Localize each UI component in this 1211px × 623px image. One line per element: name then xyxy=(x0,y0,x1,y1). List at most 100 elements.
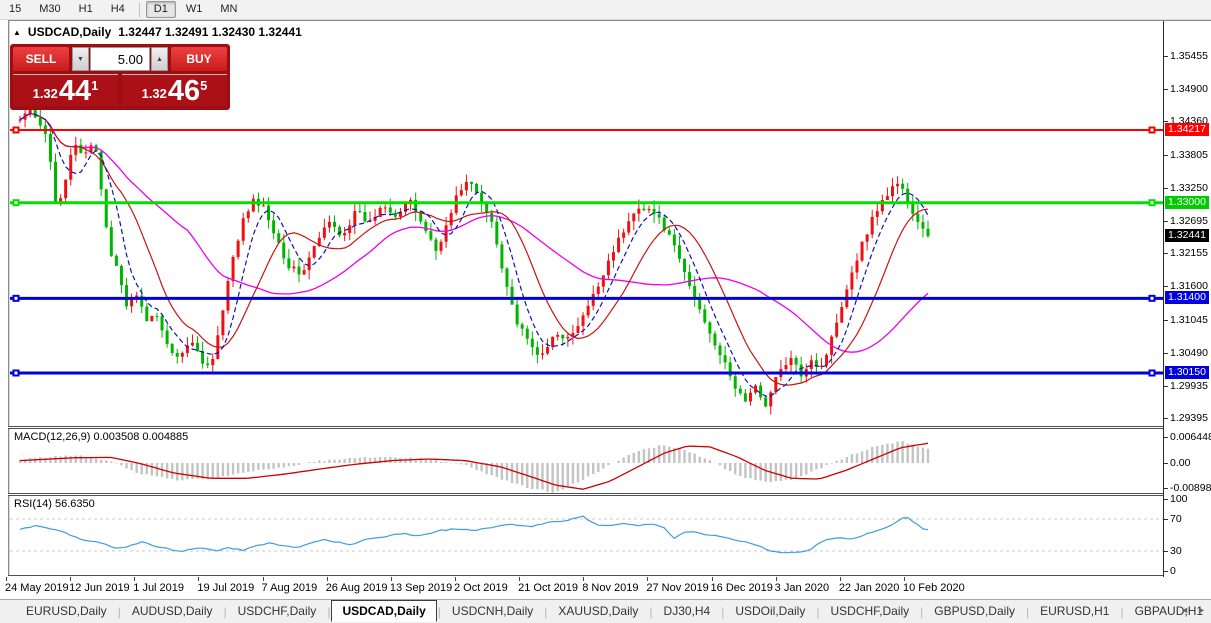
volume-input[interactable] xyxy=(90,47,150,71)
tab-scroll-right-icon[interactable]: ► xyxy=(1197,605,1206,615)
price-axis[interactable]: 1.35455 1.34900 1.34360 1.33805 1.33250 1.326… xyxy=(1163,21,1211,577)
price-axis-tick xyxy=(1164,154,1168,156)
price-axis-label: 1.29395 xyxy=(1170,412,1208,425)
sell-button[interactable]: SELL xyxy=(13,47,69,71)
price-level-badge: 1.32441 xyxy=(1165,229,1209,243)
date-axis-label: 3 Jan 2020 xyxy=(774,582,830,594)
timeframe-button-w1[interactable]: W1 xyxy=(178,1,211,18)
date-axis-tick xyxy=(519,577,521,581)
rsi-axis-tick xyxy=(1164,571,1168,572)
buy-price-figure: 1.32 xyxy=(141,86,167,101)
chart-tab-xauusd-daily[interactable]: XAUUSD,Daily xyxy=(548,602,648,621)
date-axis-tick xyxy=(134,577,136,581)
timeframe-button-15[interactable]: 15 xyxy=(1,1,29,18)
date-axis-tick xyxy=(6,577,7,581)
panel-separator[interactable] xyxy=(8,426,1163,429)
date-axis-label: 22 Jan 2020 xyxy=(838,582,900,594)
price-axis-tick xyxy=(1164,187,1168,189)
macd-indicator-label: MACD(12,26,9) 0.003508 0.004885 xyxy=(14,431,189,443)
macd-axis-tick xyxy=(1164,463,1168,464)
rsi-axis-tick xyxy=(1164,519,1168,520)
price-axis-tick xyxy=(1164,220,1168,222)
price-axis-label: 1.33250 xyxy=(1170,181,1208,194)
rsi-indicator-label: RSI(14) 56.6350 xyxy=(14,498,95,510)
rsi-axis-tick xyxy=(1164,499,1168,500)
date-axis-label: 24 May 2019 xyxy=(5,582,69,594)
price-axis-label: 1.32155 xyxy=(1170,247,1208,260)
chart-title: ▲ USDCAD,Daily 1.32447 1.32491 1.32430 1… xyxy=(13,25,302,39)
date-axis-label: 19 Jul 2019 xyxy=(197,582,255,594)
macd-axis-label: 0.006448 xyxy=(1170,431,1211,443)
buy-price-display[interactable]: 1.32 46 5 xyxy=(122,74,227,106)
macd-axis-tick xyxy=(1164,488,1168,489)
timeframe-button-mn[interactable]: MN xyxy=(212,1,245,18)
trading-app-window: 15 M30 H1 H4 D1 W1 MN ▲ USDCAD,Daily 1.32447 1… xyxy=(0,0,1211,623)
price-axis-tick xyxy=(1164,286,1168,288)
collapse-chart-icon[interactable]: ▲ xyxy=(13,28,21,37)
chart-tab-bar: EURUSD,Daily | AUDUSD,Daily | USDCHF,Daily | U… xyxy=(0,599,1211,623)
rsi-axis-label: 0 xyxy=(1170,565,1176,577)
price-axis-label: 1.30490 xyxy=(1170,346,1208,359)
volume-decrease-button[interactable]: ▼ xyxy=(72,47,89,71)
date-axis-tick xyxy=(839,577,841,581)
rsi-axis-label: 70 xyxy=(1170,513,1182,525)
timeframe-button-d1[interactable]: D1 xyxy=(145,1,176,18)
date-axis-tick xyxy=(647,577,649,581)
chart-tab-usdchf-daily[interactable]: USDCHF,Daily xyxy=(820,602,919,621)
date-axis-tick xyxy=(454,577,456,581)
chart-symbol-label: USDCAD,Daily xyxy=(27,25,112,39)
date-axis-tick xyxy=(326,577,328,581)
volume-increase-button[interactable]: ▲ xyxy=(151,47,168,71)
price-axis-tick xyxy=(1164,319,1168,321)
date-axis-tick xyxy=(198,577,200,581)
chart-tab-usdcnh-daily[interactable]: USDCNH,Daily xyxy=(442,602,543,621)
chart-tab-gbpusd-daily[interactable]: GBPUSD,Daily xyxy=(924,602,1025,621)
toolbar-separator xyxy=(138,2,140,17)
buy-price-pips: 46 xyxy=(167,75,201,108)
price-axis-label: 1.32695 xyxy=(1170,214,1208,227)
chart-tab-eurusd-daily[interactable]: EURUSD,Daily xyxy=(16,602,117,621)
date-axis-tick xyxy=(903,577,905,581)
date-axis-label: 1 Jul 2019 xyxy=(133,582,185,594)
chart-ohlc-values: 1.32447 1.32491 1.32430 1.32441 xyxy=(118,25,302,39)
price-axis-label: 1.29935 xyxy=(1170,379,1208,392)
price-axis-label: 1.33805 xyxy=(1170,148,1208,161)
tab-scroll-left-icon[interactable]: ◄ xyxy=(1180,605,1189,615)
chart-tab-usdchf-daily[interactable]: USDCHF,Daily xyxy=(228,602,327,621)
buy-price-point: 5 xyxy=(200,78,208,93)
panel-separator xyxy=(8,575,1163,577)
price-axis-tick xyxy=(1164,418,1168,420)
timeframe-button-m30[interactable]: M30 xyxy=(31,1,68,18)
price-axis-tick xyxy=(1164,89,1168,91)
date-axis-label: 13 Sep 2019 xyxy=(389,582,453,594)
panel-separator[interactable] xyxy=(8,493,1163,496)
date-axis[interactable]: 24 May 2019 12 Jun 2019 1 Jul 2019 19 Jul 2… xyxy=(0,577,1211,599)
sell-price-point: 1 xyxy=(91,78,99,93)
date-axis-tick xyxy=(70,577,72,581)
price-axis-label: 1.31045 xyxy=(1170,313,1208,326)
sell-price-figure: 1.32 xyxy=(32,86,58,101)
date-axis-label: 8 Nov 2019 xyxy=(582,582,639,594)
date-axis-label: 27 Nov 2019 xyxy=(646,582,709,594)
date-axis-label: 2 Oct 2019 xyxy=(453,582,508,594)
chart-tab-eurusd-h1[interactable]: EURUSD,H1 xyxy=(1030,602,1119,621)
timeframe-button-h4[interactable]: H4 xyxy=(103,1,133,18)
date-axis-tick xyxy=(583,577,585,581)
rsi-panel-canvas[interactable] xyxy=(10,496,1163,575)
date-axis-label: 12 Jun 2019 xyxy=(69,582,130,594)
timeframe-button-h1[interactable]: H1 xyxy=(71,1,101,18)
chart-tab-audusd-daily[interactable]: AUDUSD,Daily xyxy=(122,602,223,621)
chart-tab-dj30-h4[interactable]: DJ30,H4 xyxy=(654,602,721,621)
volume-spinner: ▼ ▲ xyxy=(72,47,168,71)
price-axis-tick xyxy=(1164,253,1168,255)
price-level-badge: 1.34217 xyxy=(1165,123,1209,136)
date-axis-label: 10 Feb 2020 xyxy=(902,582,965,594)
price-level-badge: 1.33000 xyxy=(1165,195,1209,209)
date-axis-label: 16 Dec 2019 xyxy=(710,582,773,594)
buy-button[interactable]: BUY xyxy=(171,47,227,71)
rsi-axis-tick xyxy=(1164,551,1168,552)
price-axis-tick xyxy=(1164,352,1168,354)
chart-tab-usdcad-daily[interactable]: USDCAD,Daily xyxy=(331,599,437,622)
sell-price-display[interactable]: 1.32 44 1 xyxy=(13,74,118,106)
chart-tab-usdoil-daily[interactable]: USDOil,Daily xyxy=(725,602,815,621)
